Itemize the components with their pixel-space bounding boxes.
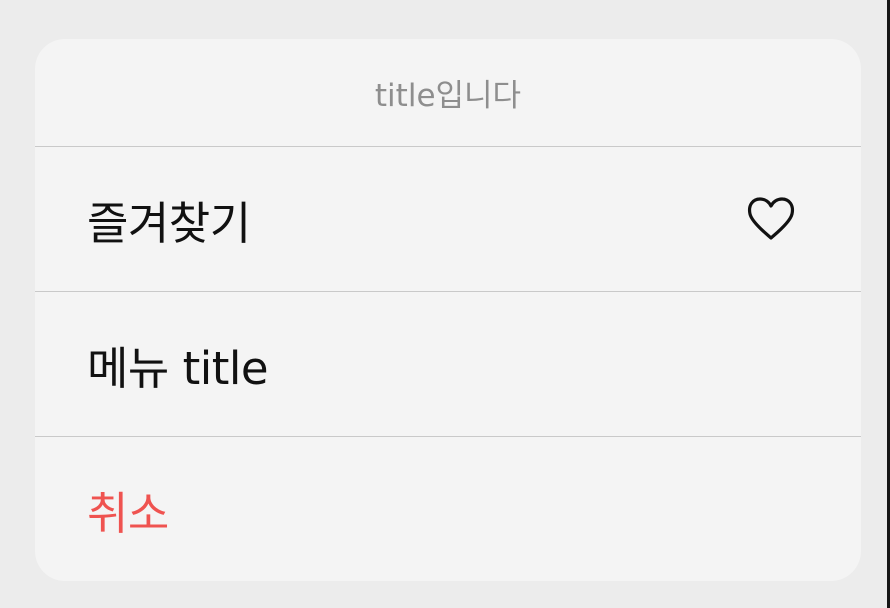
action-sheet: title입니다 즐겨찾기 메뉴 title 취소: [35, 39, 861, 581]
cancel-button[interactable]: 취소: [35, 437, 861, 581]
menu-item-title-label: 메뉴 title: [87, 341, 269, 395]
heart-icon: [742, 190, 800, 248]
cancel-button-label: 취소: [87, 486, 169, 540]
menu-item-favorite[interactable]: 즐겨찾기: [35, 147, 861, 292]
action-sheet-title: title입니다: [35, 39, 861, 147]
menu-item-favorite-label: 즐겨찾기: [87, 196, 251, 250]
menu-item-title[interactable]: 메뉴 title: [35, 292, 861, 437]
